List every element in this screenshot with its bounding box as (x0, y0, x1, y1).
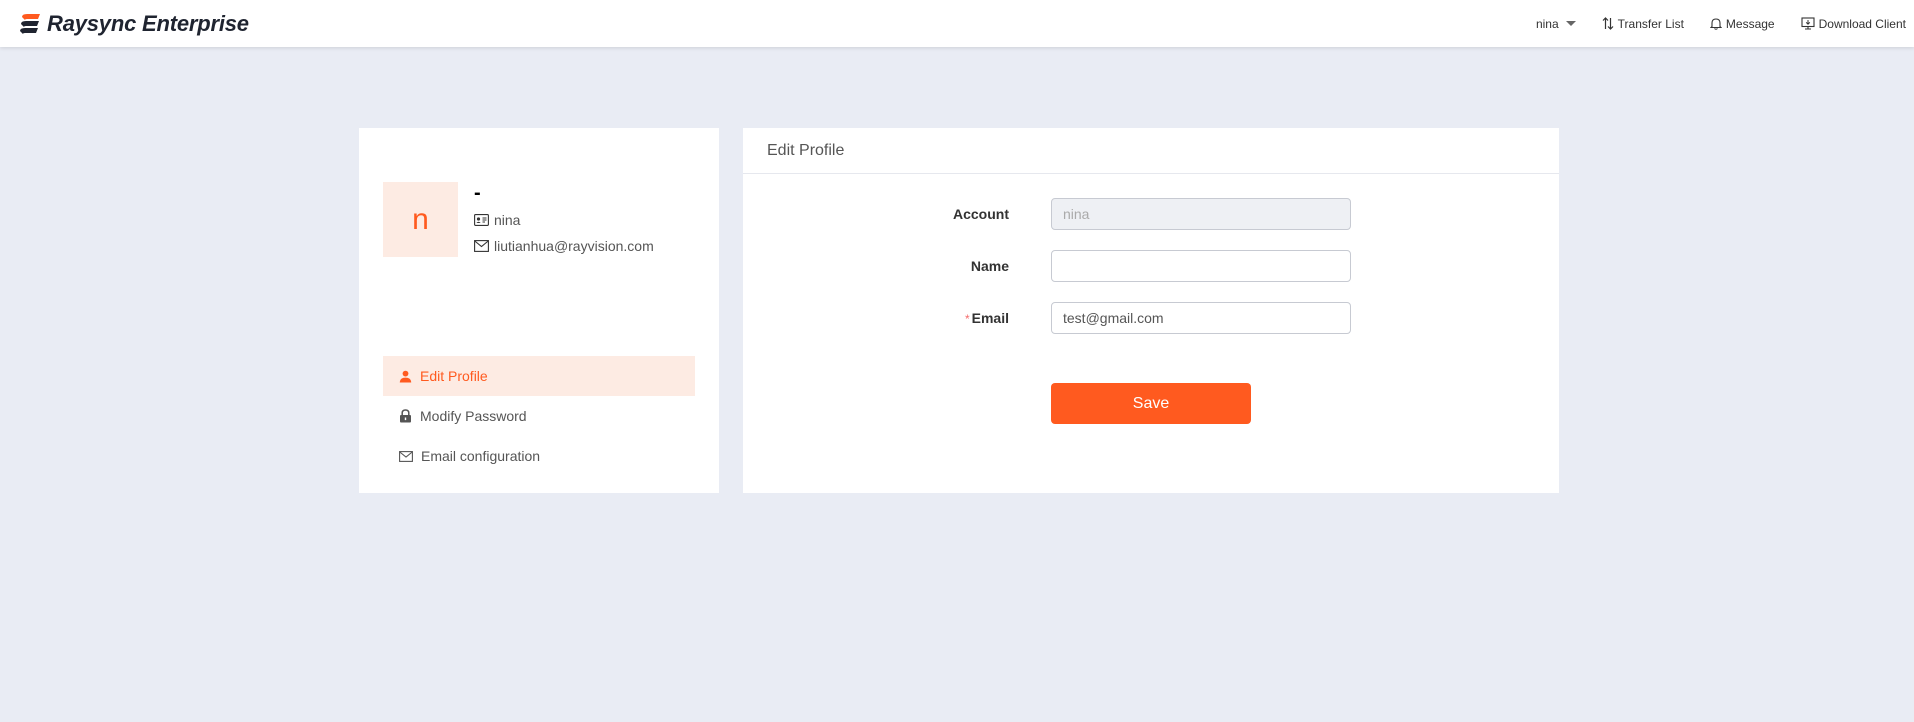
brand[interactable]: Raysync Enterprise (19, 11, 249, 37)
email-label-wrap: * Email (965, 302, 1009, 334)
profile-display-name: - (474, 182, 481, 204)
menu-item-email-configuration[interactable]: Email configuration (383, 436, 695, 476)
avatar: n (383, 182, 458, 257)
menu-item-modify-password[interactable]: Modify Password (383, 396, 695, 436)
monitor-download-icon (1801, 17, 1815, 30)
user-icon (399, 370, 412, 382)
nav-message-label: Message (1725, 16, 1775, 31)
raysync-logo-icon (20, 13, 40, 34)
menu-item-label: Modify Password (420, 408, 527, 424)
nav-transfer-list[interactable]: Transfer List (1602, 17, 1684, 31)
email-input[interactable] (1051, 302, 1351, 334)
save-button[interactable]: Save (1051, 383, 1251, 424)
caret-down-icon (1565, 21, 1576, 26)
account-label: Account (953, 206, 1009, 222)
menu-item-label: Edit Profile (420, 368, 488, 384)
name-input[interactable] (1051, 250, 1351, 282)
profile-info: - nina liutianhua@rayvision.com (474, 182, 654, 256)
nav-download-client-label: Download Client (1818, 16, 1906, 31)
profile-username-row: nina (474, 210, 654, 230)
account-input[interactable] (1051, 198, 1351, 230)
edit-profile-card: Edit Profile Account Name *Email Save (743, 128, 1559, 493)
form-row-account: Account (743, 198, 1559, 230)
form-row-name: Name (743, 250, 1559, 282)
profile-username: nina (494, 212, 521, 228)
lock-icon (400, 409, 411, 423)
user-menu-label: nina (1535, 16, 1559, 31)
transfer-icon (1602, 17, 1614, 30)
profile-menu: Edit Profile Modify Password Email confi… (383, 356, 695, 476)
nav-message[interactable]: Message (1709, 16, 1775, 31)
profile-email: liutianhua@rayvision.com (494, 238, 654, 254)
card-title: Edit Profile (743, 128, 1559, 174)
nav-download-client[interactable]: Download Client (1801, 17, 1906, 31)
profile-card: n - nina liutianhua@rayvision.com Edit P… (359, 128, 719, 493)
profile-email-row: liutianhua@rayvision.com (474, 236, 654, 256)
mail-icon (474, 240, 489, 252)
menu-item-label: Email configuration (421, 448, 541, 464)
menu-item-edit-profile[interactable]: Edit Profile (383, 356, 695, 396)
nav-transfer-list-label: Transfer List (1617, 16, 1684, 31)
mail-icon (399, 450, 413, 462)
form-row-email: * Email (743, 302, 1559, 334)
email-label: Email (971, 310, 1009, 326)
user-menu[interactable]: nina (1536, 17, 1576, 31)
id-card-icon (474, 214, 489, 226)
brand-name: Raysync Enterprise (47, 10, 249, 36)
header-nav: nina Transfer List Message Download Clie (1536, 17, 1906, 31)
required-mark: * (964, 312, 970, 326)
bell-icon (1709, 18, 1722, 30)
top-header: Raysync Enterprise nina Transfer List Me… (0, 0, 1914, 47)
name-label: Name (970, 258, 1009, 274)
